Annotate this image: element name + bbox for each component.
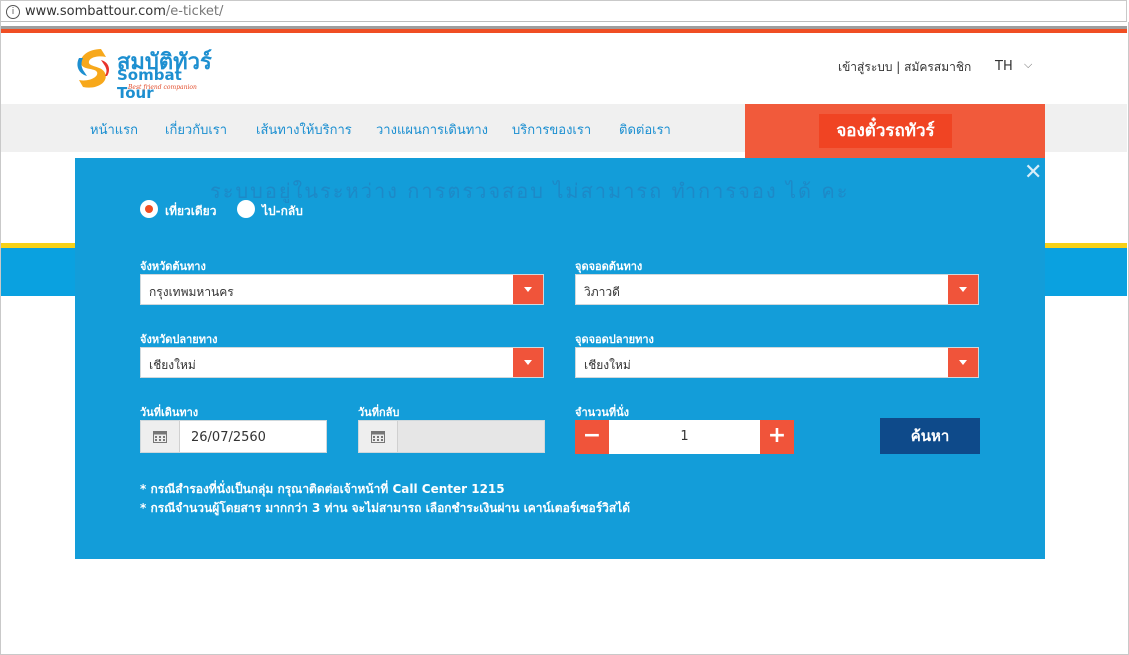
radio-dot-selected bbox=[140, 200, 158, 218]
chevron-down-icon: ⌵ bbox=[1024, 58, 1033, 71]
language-value: TH bbox=[995, 59, 1013, 74]
increase-seats-button[interactable]: + bbox=[760, 420, 794, 454]
radio-dot bbox=[237, 200, 255, 218]
language-select[interactable]: TH ⌵ bbox=[995, 58, 1032, 74]
calendar-icon bbox=[359, 421, 398, 452]
decrease-seats-button[interactable]: − bbox=[575, 420, 609, 454]
calendar-icon[interactable] bbox=[141, 421, 180, 452]
nav-item-home[interactable]: หน้าแรก bbox=[90, 119, 138, 140]
close-icon[interactable]: ✕ bbox=[1024, 160, 1042, 185]
destination-stop-value: เชียงใหม่ bbox=[584, 358, 631, 372]
destination-province-select[interactable]: เชียงใหม่ bbox=[140, 347, 544, 378]
destination-stop-select[interactable]: เชียงใหม่ bbox=[575, 347, 979, 378]
url-text[interactable]: www.sombattour.com/e-ticket/ bbox=[25, 1, 223, 23]
origin-stop-select[interactable]: วิภาวดี bbox=[575, 274, 979, 305]
top-stripe-red bbox=[1, 29, 1127, 33]
origin-stop-label: จุดจอดต้นทาง bbox=[575, 260, 643, 273]
radio-round-trip-label: ไป-กลับ bbox=[262, 204, 303, 218]
destination-province-label: จังหวัดปลายทาง bbox=[140, 333, 218, 346]
origin-province-select[interactable]: กรุงเทพมหานคร bbox=[140, 274, 544, 305]
seats-input[interactable]: 1 bbox=[609, 420, 760, 454]
nav-item-contact[interactable]: ติดต่อเรา bbox=[619, 119, 671, 140]
sombat-tour-logo[interactable]: สมบัติทัวร์ Sombat Tour Best friend comp… bbox=[73, 44, 213, 102]
origin-province-label: จังหวัดต้นทาง bbox=[140, 260, 206, 273]
logo-mark-icon bbox=[77, 49, 109, 88]
seats-stepper: − 1 + bbox=[575, 420, 794, 454]
url-host: www.sombattour.com bbox=[25, 4, 166, 19]
dropdown-arrow-icon[interactable] bbox=[948, 348, 978, 377]
depart-date-value: 26/07/2560 bbox=[191, 430, 266, 445]
maintenance-message: ระบบอยู่ในระหว่าง การตรวจสอบ ไม่สามารถ ท… bbox=[210, 179, 850, 203]
dropdown-arrow-icon[interactable] bbox=[948, 275, 978, 304]
depart-date-field[interactable]: 26/07/2560 bbox=[140, 420, 327, 453]
destination-stop-label: จุดจอดปลายทาง bbox=[575, 333, 654, 346]
radio-one-way-label: เที่ยวเดียว bbox=[165, 204, 217, 218]
seats-label: จำนวนที่นั่ง bbox=[575, 406, 629, 419]
logo-tagline: Best friend companion bbox=[128, 84, 197, 91]
booking-modal: ระบบอยู่ในระหว่าง การตรวจสอบ ไม่สามารถ ท… bbox=[75, 158, 1045, 559]
dropdown-arrow-icon[interactable] bbox=[513, 275, 543, 304]
book-ticket-tab[interactable]: จองตั๋วรถทัวร์ bbox=[745, 104, 1045, 166]
nav-item-services[interactable]: บริการของเรา bbox=[512, 119, 591, 140]
nav-item-about[interactable]: เกี่ยวกับเรา bbox=[165, 119, 227, 140]
login-register-link[interactable]: เข้าสู่ระบบ | สมัครสมาชิก bbox=[838, 58, 971, 77]
address-bar[interactable]: i www.sombattour.com/e-ticket/ bbox=[0, 0, 1127, 22]
url-path: /e-ticket/ bbox=[165, 4, 224, 19]
group-booking-note: * กรณีสำรองที่นั่งเป็นกลุ่ม กรุณาติดต่อเ… bbox=[140, 482, 505, 496]
nav-item-trip-planner[interactable]: วางแผนการเดินทาง bbox=[376, 119, 488, 140]
origin-province-value: กรุงเทพมหานคร bbox=[149, 285, 234, 299]
passenger-limit-note: * กรณีจำนวนผู้โดยสาร มากกว่า 3 ท่าน จะไม… bbox=[140, 501, 631, 515]
origin-stop-value: วิภาวดี bbox=[584, 285, 620, 299]
book-ticket-label: จองตั๋วรถทัวร์ bbox=[819, 114, 952, 148]
destination-province-value: เชียงใหม่ bbox=[149, 358, 196, 372]
depart-date-label: วันที่เดินทาง bbox=[140, 406, 199, 419]
return-date-label: วันที่กลับ bbox=[358, 406, 400, 419]
nav-item-routes[interactable]: เส้นทางให้บริการ bbox=[256, 119, 352, 140]
return-date-field bbox=[358, 420, 545, 453]
dropdown-arrow-icon[interactable] bbox=[513, 348, 543, 377]
info-icon[interactable]: i bbox=[6, 5, 20, 19]
search-button[interactable]: ค้นหา bbox=[880, 418, 980, 454]
